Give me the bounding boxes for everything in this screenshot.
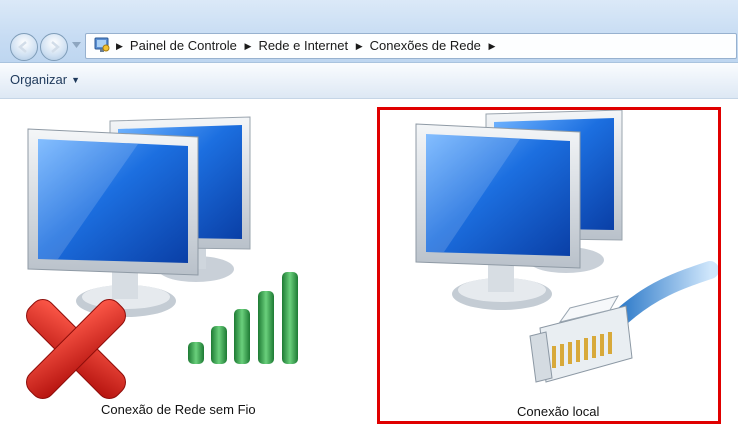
breadcrumb-separator-icon[interactable]: ▶ (489, 41, 496, 52)
breadcrumb-separator-icon[interactable]: ▶ (116, 41, 123, 52)
back-button[interactable] (10, 33, 38, 61)
breadcrumb-separator-icon[interactable]: ▶ (356, 41, 363, 52)
history-dropdown-icon[interactable] (72, 42, 81, 48)
address-bar: ▶ Painel de Controle ▶ Rede e Internet ▶ Co… (0, 0, 738, 63)
breadcrumb: ▶ Painel de Controle ▶ Rede e Internet ▶ Co… (112, 38, 502, 53)
disconnected-x-icon (26, 299, 126, 399)
local-area-connection-label: Conexão local (517, 404, 600, 419)
chevron-down-icon: ▼ (71, 75, 80, 85)
signal-strength-icon (188, 272, 298, 364)
local-area-connection-item[interactable]: Conexão local (377, 107, 721, 424)
breadcrumb-separator-icon[interactable]: ▶ (245, 41, 252, 52)
local-area-connection-icon (415, 109, 719, 383)
forward-button[interactable] (40, 33, 68, 61)
organize-button[interactable]: Organizar ▼ (10, 72, 80, 87)
wireless-network-icon (26, 116, 298, 399)
wireless-connection-label: Conexão de Rede sem Fio (101, 402, 256, 417)
forward-arrow-icon (51, 41, 60, 53)
breadcrumb-network-connections[interactable]: Conexões de Rede (370, 38, 481, 53)
control-panel-icon (94, 37, 110, 52)
breadcrumb-control-panel[interactable]: Painel de Controle (130, 38, 237, 53)
address-breadcrumb-box[interactable]: ▶ Painel de Controle ▶ Rede e Internet ▶ Co… (85, 33, 737, 59)
organize-label: Organizar (10, 72, 68, 87)
front-monitor (415, 123, 581, 310)
connections-list: Conexão de Rede sem Fio Conexão local (0, 99, 738, 429)
command-bar: Organizar ▼ (0, 63, 738, 99)
front-monitor (27, 128, 199, 317)
wireless-connection-item[interactable]: Conexão de Rede sem Fio (18, 109, 338, 429)
back-arrow-icon (18, 41, 27, 53)
breadcrumb-network-internet[interactable]: Rede e Internet (258, 38, 348, 53)
ethernet-cable-icon (529, 261, 719, 383)
